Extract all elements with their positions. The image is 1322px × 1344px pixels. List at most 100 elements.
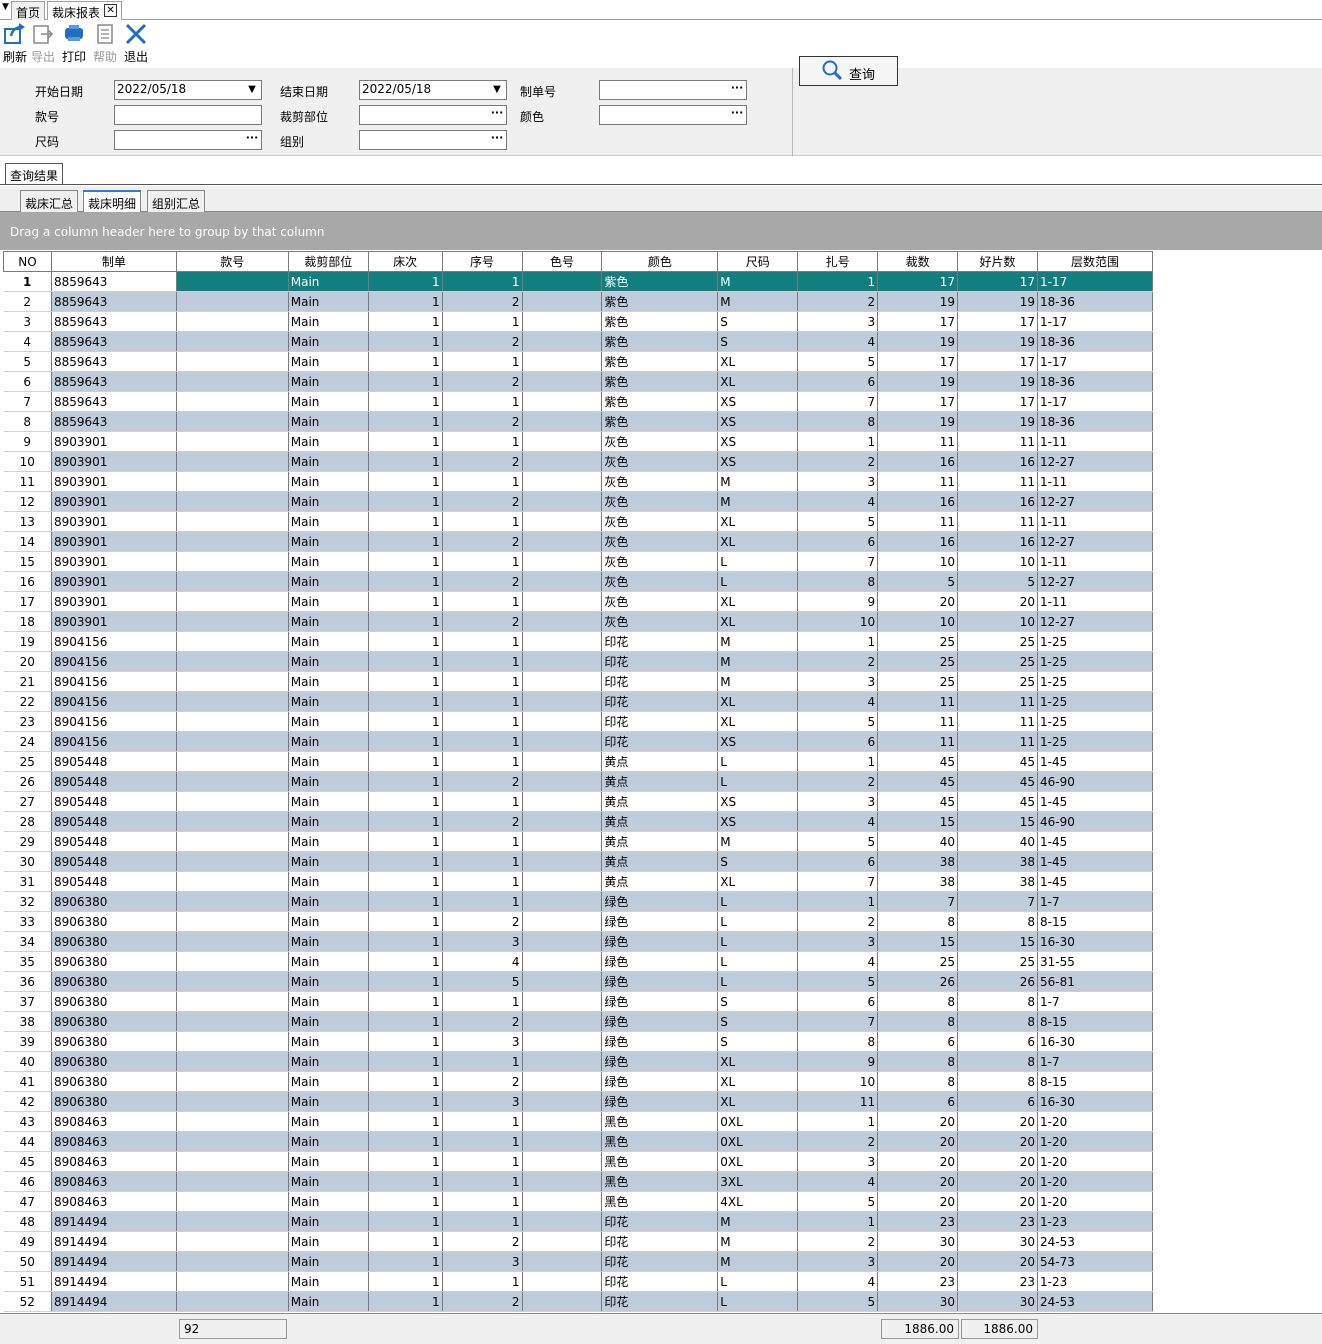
- table-cell[interactable]: 1: [368, 791, 443, 812]
- table-cell[interactable]: [176, 491, 289, 512]
- table-cell[interactable]: 8859643: [51, 391, 177, 412]
- table-cell[interactable]: 18-36: [1037, 411, 1154, 432]
- table-row[interactable]: 29 8905448 Main 1 1 黄点 M 5 40 40 1-45: [3, 831, 1154, 852]
- table-row[interactable]: 40 8906380 Main 1 1 绿色 XL 9 8 8 1-7: [3, 1051, 1154, 1072]
- table-cell[interactable]: 3XL: [717, 1171, 799, 1192]
- table-cell[interactable]: XS: [717, 391, 799, 412]
- table-cell[interactable]: 8906380: [51, 891, 177, 912]
- table-cell[interactable]: 25: [957, 671, 1038, 692]
- table-cell[interactable]: 印花: [601, 1271, 719, 1292]
- table-cell[interactable]: Main: [288, 551, 369, 572]
- table-cell[interactable]: 灰色: [601, 551, 719, 572]
- table-cell[interactable]: 8859643: [51, 331, 177, 352]
- table-cell[interactable]: M: [717, 291, 799, 312]
- table-cell[interactable]: 38: [877, 851, 959, 872]
- table-cell[interactable]: 8-15: [1037, 1011, 1154, 1032]
- table-cell[interactable]: 1: [368, 591, 443, 612]
- table-cell[interactable]: [176, 931, 289, 952]
- table-cell[interactable]: 绿色: [601, 1011, 719, 1032]
- table-cell[interactable]: 1: [368, 771, 443, 792]
- table-cell[interactable]: 1: [797, 271, 879, 292]
- table-cell[interactable]: 8906380: [51, 1091, 177, 1112]
- table-cell[interactable]: 1: [368, 871, 443, 892]
- table-cell[interactable]: 8905448: [51, 811, 177, 832]
- table-row[interactable]: 49 8914494 Main 1 2 印花 M 2 30 30 24-53: [3, 1231, 1154, 1252]
- table-cell[interactable]: 1: [368, 751, 443, 772]
- table-cell[interactable]: XL: [717, 691, 799, 712]
- table-cell[interactable]: 17: [877, 351, 959, 372]
- table-cell[interactable]: 2: [442, 911, 523, 932]
- table-cell[interactable]: [176, 671, 289, 692]
- table-cell[interactable]: 黄点: [601, 831, 719, 852]
- table-row[interactable]: 22 8904156 Main 1 1 印花 XL 4 11 11 1-25: [3, 691, 1154, 712]
- column-header[interactable]: 好片数: [957, 251, 1038, 272]
- table-cell[interactable]: [522, 1031, 603, 1052]
- table-cell[interactable]: Main: [288, 1291, 369, 1312]
- table-cell[interactable]: XS: [717, 431, 799, 452]
- table-cell[interactable]: 1: [368, 691, 443, 712]
- table-cell[interactable]: [522, 1151, 603, 1172]
- table-cell[interactable]: Main: [288, 611, 369, 632]
- table-cell[interactable]: 3: [797, 1251, 879, 1272]
- table-cell[interactable]: [176, 311, 289, 332]
- table-cell[interactable]: 0XL: [717, 1111, 799, 1132]
- table-cell[interactable]: 11: [957, 511, 1038, 532]
- table-cell[interactable]: 6: [957, 1031, 1038, 1052]
- table-cell[interactable]: 10: [797, 1071, 879, 1092]
- table-cell[interactable]: 25: [877, 951, 959, 972]
- table-cell[interactable]: 4: [797, 691, 879, 712]
- table-row[interactable]: 12 8903901 Main 1 2 灰色 M 4 16 16 12-27: [3, 491, 1154, 512]
- table-cell[interactable]: Main: [288, 811, 369, 832]
- table-cell[interactable]: M: [717, 1251, 799, 1272]
- table-cell[interactable]: [176, 771, 289, 792]
- ellipsis-icon[interactable]: ···: [244, 132, 260, 148]
- table-cell[interactable]: 印花: [601, 731, 719, 752]
- table-cell[interactable]: 31: [3, 871, 52, 892]
- table-cell[interactable]: 1-25: [1037, 711, 1154, 732]
- table-cell[interactable]: [522, 451, 603, 472]
- table-cell[interactable]: 15: [877, 811, 959, 832]
- table-cell[interactable]: 2: [442, 771, 523, 792]
- table-cell[interactable]: Main: [288, 731, 369, 752]
- table-cell[interactable]: Main: [288, 1111, 369, 1132]
- table-cell[interactable]: 3: [442, 1091, 523, 1112]
- table-cell[interactable]: 6: [797, 731, 879, 752]
- table-cell[interactable]: 20: [957, 591, 1038, 612]
- table-cell[interactable]: [176, 631, 289, 652]
- table-cell[interactable]: 19: [3, 631, 52, 652]
- table-cell[interactable]: 1: [368, 731, 443, 752]
- table-cell[interactable]: 16: [957, 451, 1038, 472]
- table-cell[interactable]: 8914494: [51, 1271, 177, 1292]
- table-cell[interactable]: 黑色: [601, 1131, 719, 1152]
- table-cell[interactable]: 1: [368, 1291, 443, 1312]
- table-cell[interactable]: 19: [877, 331, 959, 352]
- table-cell[interactable]: 15: [877, 931, 959, 952]
- table-cell[interactable]: 19: [957, 331, 1038, 352]
- table-cell[interactable]: [522, 791, 603, 812]
- column-header[interactable]: 序号: [441, 251, 523, 272]
- table-cell[interactable]: [522, 1191, 603, 1212]
- table-cell[interactable]: [176, 1271, 289, 1292]
- table-cell[interactable]: 1: [368, 631, 443, 652]
- table-cell[interactable]: 1: [442, 891, 523, 912]
- table-cell[interactable]: 15: [3, 551, 52, 572]
- table-cell[interactable]: 绿色: [601, 971, 719, 992]
- table-row[interactable]: 13 8903901 Main 1 1 灰色 XL 5 11 11 1-11: [3, 511, 1154, 532]
- table-cell[interactable]: 2: [442, 371, 523, 392]
- table-cell[interactable]: 5: [797, 831, 879, 852]
- style-input[interactable]: [114, 105, 262, 125]
- table-cell[interactable]: 25: [877, 651, 959, 672]
- table-cell[interactable]: 8859643: [51, 311, 177, 332]
- table-cell[interactable]: 30: [957, 1291, 1038, 1312]
- table-cell[interactable]: 6: [797, 531, 879, 552]
- table-cell[interactable]: 2: [3, 291, 52, 312]
- table-cell[interactable]: 1: [368, 1111, 443, 1132]
- table-cell[interactable]: Main: [288, 791, 369, 812]
- table-cell[interactable]: 54-73: [1037, 1251, 1154, 1272]
- table-cell[interactable]: 8908463: [51, 1151, 177, 1172]
- table-cell[interactable]: 8908463: [51, 1131, 177, 1152]
- table-cell[interactable]: 16-30: [1037, 1031, 1154, 1052]
- table-cell[interactable]: XL: [717, 371, 799, 392]
- table-cell[interactable]: 23: [3, 711, 52, 732]
- tab-cutting-detail[interactable]: 裁床明细: [83, 190, 142, 212]
